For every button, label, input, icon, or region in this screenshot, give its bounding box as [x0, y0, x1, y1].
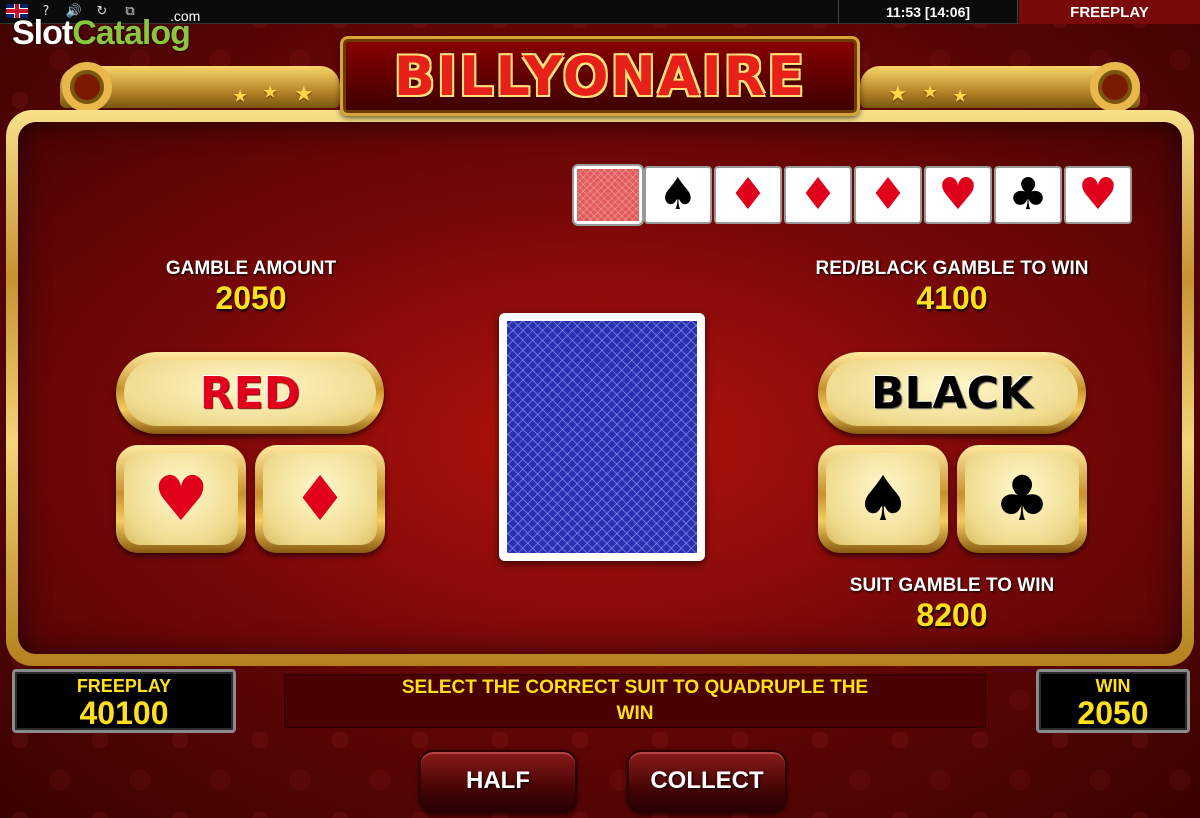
game-title: BILLYONAIRE [393, 44, 807, 108]
watermark-suffix: .com [170, 8, 201, 24]
star-icon: ★ [232, 86, 249, 107]
club-icon: ♣ [965, 453, 1079, 545]
watermark-part1: Slot [12, 14, 73, 52]
star-icon: ★ [952, 86, 969, 107]
red-black-win-label: RED/BLACK GAMBLE TO WIN [815, 258, 1089, 279]
black-button-label: BLACK [826, 360, 1078, 426]
win-value: 2050 [1077, 695, 1149, 731]
win-label: WIN [1095, 676, 1131, 696]
history-card-diamond: ♦ [784, 166, 852, 224]
win-box: WIN 2050 [1036, 669, 1190, 733]
history-card-heart: ♥ [1064, 166, 1132, 224]
history-card-spade: ♠ [644, 166, 712, 224]
card-back-pattern [507, 321, 697, 553]
history-card-heart: ♥ [924, 166, 992, 224]
diamond-button[interactable]: ♦ [255, 445, 385, 553]
red-button[interactable]: RED [116, 352, 384, 434]
title-plaque: BILLYONAIRE [340, 36, 860, 116]
half-button[interactable]: HALF [419, 750, 577, 812]
suit-win-label: SUIT GAMBLE TO WIN [849, 575, 1055, 596]
red-button-label: RED [124, 360, 376, 426]
scroll-curl-right [1090, 62, 1140, 112]
credit-label: FREEPLAY [76, 676, 172, 696]
credit-value: 40100 [79, 695, 169, 731]
instruction-message: SELECT THE CORRECT SUIT TO QUADRUPLE THE… [284, 674, 986, 728]
history-card-club: ♣ [994, 166, 1062, 224]
star-icon: ★ [922, 82, 939, 103]
club-button[interactable]: ♣ [957, 445, 1087, 553]
star-icon: ★ [888, 82, 908, 107]
history-card-back [572, 164, 644, 226]
spade-button[interactable]: ♠ [818, 445, 948, 553]
gamble-amount-value: 2050 [215, 280, 287, 316]
clock-display: 11:53 [14:06] [838, 0, 1018, 24]
gamble-amount-label: GAMBLE AMOUNT [165, 258, 337, 279]
credit-box: FREEPLAY 40100 [12, 669, 236, 733]
watermark-logo: SlotCatalog .com [12, 8, 200, 53]
collect-button[interactable]: COLLECT [627, 750, 787, 812]
black-button[interactable]: BLACK [818, 352, 1086, 434]
heart-icon: ♥ [124, 453, 238, 545]
history-card-diamond: ♦ [714, 166, 782, 224]
heart-button[interactable]: ♥ [116, 445, 246, 553]
gamble-card[interactable] [499, 313, 705, 561]
red-black-win-value: 4100 [916, 280, 988, 316]
diamond-icon: ♦ [263, 453, 377, 545]
star-icon: ★ [262, 82, 279, 103]
spade-icon: ♠ [826, 453, 940, 545]
history-card-diamond: ♦ [854, 166, 922, 224]
mode-indicator: FREEPLAY [1019, 0, 1200, 24]
card-history: ♠ ♦ ♦ ♦ ♥ ♣ ♥ [572, 164, 1132, 226]
star-icon: ★ [294, 82, 314, 107]
suit-win-value: 8200 [916, 597, 988, 633]
scroll-curl-left [62, 62, 112, 112]
